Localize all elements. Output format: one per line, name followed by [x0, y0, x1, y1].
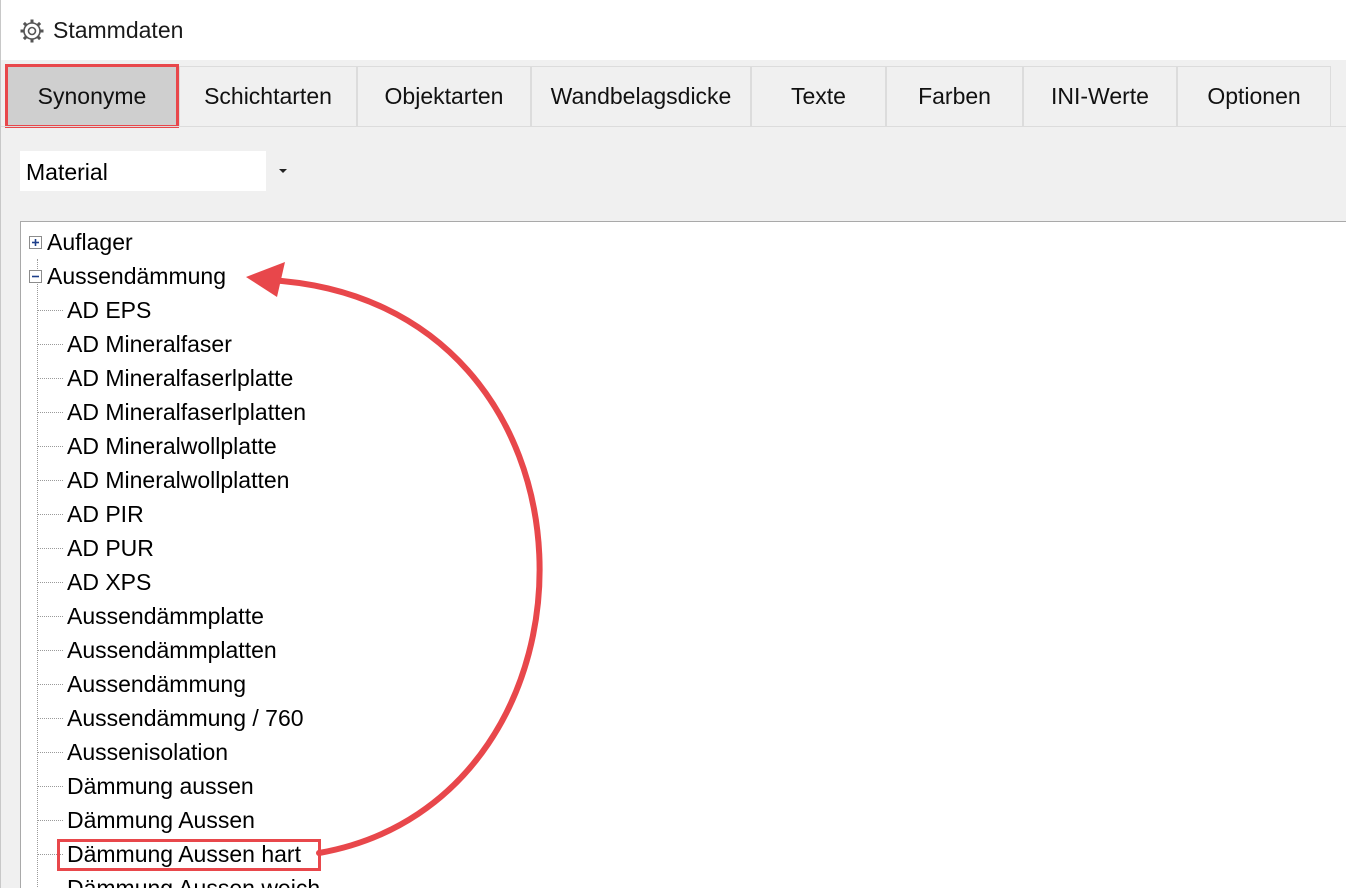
synonym-tree[interactable]: Auflager Aussendämmung AD EPS AD Mineralf…	[20, 221, 1346, 888]
tree-leaf-item[interactable]: AD Mineralwollplatten	[67, 463, 289, 497]
tree-leaf-item[interactable]: AD Mineralfaserlplatte	[67, 361, 293, 395]
tab-bar-divider	[1, 126, 1346, 127]
tab-synonyme[interactable]: Synonyme	[5, 64, 179, 128]
category-select-value: Material	[26, 159, 108, 185]
collapse-minus-icon[interactable]	[29, 270, 42, 283]
tree-node-label: Aussendämmung	[47, 263, 226, 289]
tree-leaf-item[interactable]: Dämmung Aussen weich	[67, 871, 320, 888]
tree-guide-branch	[37, 344, 63, 345]
tab-farben[interactable]: Farben	[886, 66, 1023, 126]
tree-guide-branch	[37, 684, 63, 685]
tree-guide-branch	[37, 616, 63, 617]
tree-leaf-item[interactable]: AD PIR	[67, 497, 144, 531]
title-bar: Stammdaten	[1, 0, 1346, 60]
tree-leaf-item[interactable]: Aussendämmung / 760	[67, 701, 304, 735]
tab-optionen[interactable]: Optionen	[1177, 66, 1331, 126]
tree-guide-branch	[37, 718, 63, 719]
caret-down-icon	[279, 169, 287, 173]
tree-leaf-item[interactable]: Dämmung aussen	[67, 769, 254, 803]
tree-leaf-item[interactable]: AD Mineralfaser	[67, 327, 232, 361]
tree-guide-branch	[37, 412, 63, 413]
tab-wandbelagsdicke[interactable]: Wandbelagsdicke	[531, 66, 751, 126]
tree-guide-branch	[37, 752, 63, 753]
tree-leaf-item[interactable]: AD XPS	[67, 565, 151, 599]
gear-icon	[20, 19, 44, 43]
tree-guide-branch	[37, 650, 63, 651]
tree-leaf-item[interactable]: AD PUR	[67, 531, 154, 565]
window-title: Stammdaten	[53, 17, 184, 43]
expand-plus-icon[interactable]	[29, 236, 42, 249]
tree-guide-branch	[37, 446, 63, 447]
tree-guide-branch	[37, 548, 63, 549]
tab-ini-werte[interactable]: INI-Werte	[1023, 66, 1177, 126]
tree-guide-branch	[37, 378, 63, 379]
highlight-box	[57, 839, 321, 871]
tab-schichtarten[interactable]: Schichtarten	[179, 66, 357, 126]
tree-leaf-item[interactable]: Aussendämmplatten	[67, 633, 277, 667]
tree-guide-line	[37, 259, 38, 888]
tree-guide-branch	[37, 786, 63, 787]
tree-node-label: Auflager	[47, 229, 133, 255]
tree-guide-branch	[37, 582, 63, 583]
stammdaten-window: Stammdaten Synonyme Schichtarten Objekta…	[0, 0, 1346, 888]
tab-objektarten[interactable]: Objektarten	[357, 66, 531, 126]
tree-guide-branch	[37, 514, 63, 515]
tree-leaf-item[interactable]: Aussendämmplatte	[67, 599, 264, 633]
category-select[interactable]: Material	[20, 151, 300, 191]
tree-leaf-item[interactable]: AD Mineralwollplatte	[67, 429, 277, 463]
tree-leaf-item[interactable]: AD Mineralfaserlplatten	[67, 395, 306, 429]
tree-leaf-item[interactable]: Aussendämmung	[67, 667, 246, 701]
tree-guide-branch	[37, 480, 63, 481]
tab-bar: Synonyme Schichtarten Objektarten Wandbe…	[1, 62, 1346, 128]
tree-leaf-item[interactable]: Aussenisolation	[67, 735, 228, 769]
tree-guide-branch	[37, 310, 63, 311]
dropdown-button[interactable]	[266, 151, 300, 191]
tree-leaf-item[interactable]: AD EPS	[67, 293, 151, 327]
tree-guide-branch	[37, 820, 63, 821]
tab-texte[interactable]: Texte	[751, 66, 886, 126]
tree-leaf-item[interactable]: Dämmung Aussen	[67, 803, 255, 837]
